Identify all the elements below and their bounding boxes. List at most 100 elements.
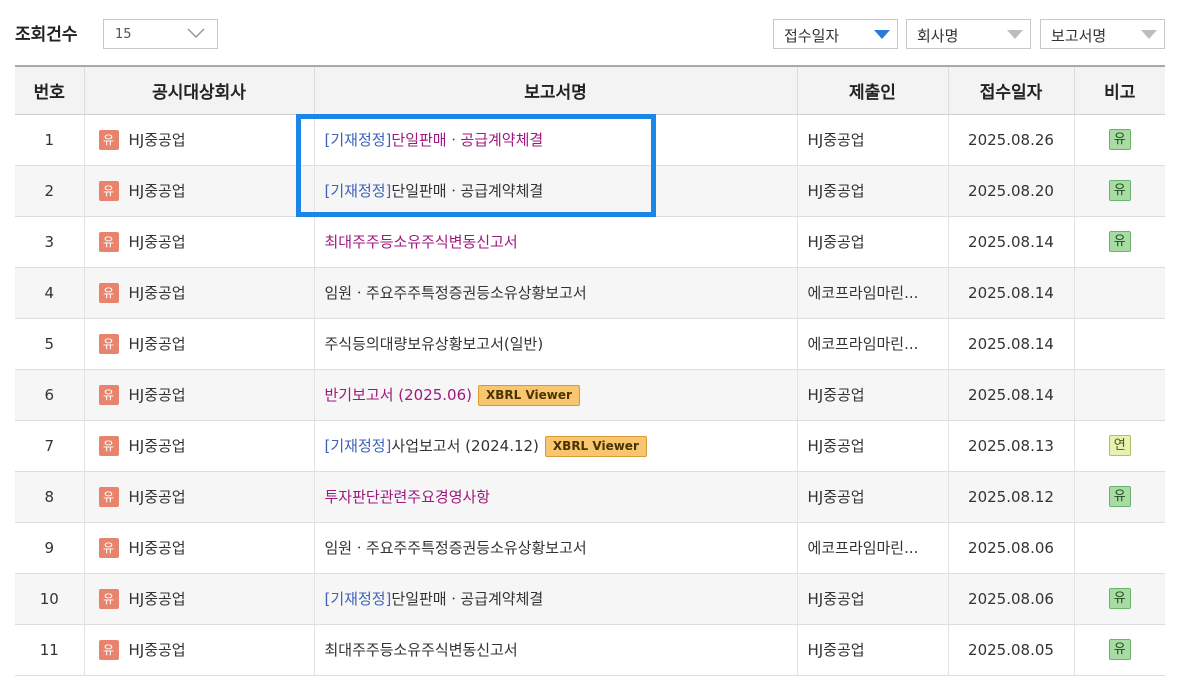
result-count-select[interactable]: 15 [103, 19, 218, 49]
report-link[interactable]: 임원ㆍ주요주주특정증권등소유상황보고서 [325, 284, 587, 302]
disclosure-table: 번호 공시대상회사 보고서명 제출인 접수일자 비고 1 유 HJ중공업 [기재정정]… [15, 65, 1165, 676]
company-link[interactable]: HJ중공업 [129, 131, 186, 149]
note-cell: 유 [1073, 216, 1165, 268]
header-date: 접수일자 [947, 65, 1074, 115]
sort-by-report-label: 보고서명 [1051, 27, 1107, 45]
table-header-row: 번호 공시대상회사 보고서명 제출인 접수일자 비고 [15, 65, 1165, 115]
report-link[interactable]: 단일판매ㆍ공급계약체결 [391, 182, 543, 200]
filer-name: HJ중공업 [796, 369, 948, 421]
note-cell [1073, 369, 1165, 421]
filer-name: HJ중공업 [796, 420, 948, 472]
result-count-value: 15 [115, 27, 132, 42]
receipt-date: 2025.08.05 [947, 624, 1074, 676]
company-link[interactable]: HJ중공업 [129, 488, 186, 506]
company-link[interactable]: HJ중공업 [129, 182, 186, 200]
company-link[interactable]: HJ중공업 [129, 539, 186, 557]
header-note: 비고 [1073, 65, 1165, 115]
company-link[interactable]: HJ중공업 [129, 386, 186, 404]
report-link[interactable]: 단일판매ㆍ공급계약체결 [391, 590, 543, 608]
row-number: 2 [15, 165, 84, 217]
market-badge: 유 [98, 486, 119, 507]
row-number: 3 [15, 216, 84, 268]
report-link[interactable]: 임원ㆍ주요주주특정증권등소유상황보고서 [325, 539, 587, 557]
receipt-date: 2025.08.14 [947, 216, 1074, 268]
header-company: 공시대상회사 [83, 65, 314, 115]
company-link[interactable]: HJ중공업 [129, 284, 186, 302]
market-badge: 유 [98, 537, 119, 558]
report-cell: 주식등의대량보유상황보고서(일반) [313, 318, 797, 370]
company-link[interactable]: HJ중공업 [129, 641, 186, 659]
row-number: 11 [15, 624, 84, 676]
header-report: 보고서명 [313, 65, 797, 115]
amendment-tag: [기재정정] [324, 590, 392, 608]
amendment-tag: [기재정정] [324, 131, 392, 149]
filer-name: HJ중공업 [796, 216, 948, 268]
report-link[interactable]: 사업보고서 (2024.12) [391, 437, 539, 455]
report-link[interactable]: 투자판단관련주요경영사항 [325, 488, 491, 506]
sort-by-date-select[interactable]: 접수일자 [773, 19, 898, 49]
note-cell [1073, 318, 1165, 370]
filer-name: 에코프라임마린... [796, 522, 948, 574]
note-cell: 유 [1073, 114, 1165, 166]
filer-name: HJ중공업 [796, 165, 948, 217]
table-row: 4 유 HJ중공업 임원ㆍ주요주주특정증권등소유상황보고서 에코프라임마린... 2025… [15, 267, 1165, 319]
sort-by-report-select[interactable]: 보고서명 [1040, 19, 1165, 49]
triangle-down-icon [1141, 30, 1157, 39]
note-cell: 유 [1073, 624, 1165, 676]
sort-by-company-label: 회사명 [917, 27, 959, 45]
triangle-down-icon [1007, 30, 1023, 39]
company-link[interactable]: HJ중공업 [129, 335, 186, 353]
row-number: 5 [15, 318, 84, 370]
filer-name: 에코프라임마린... [796, 318, 948, 370]
list-toolbar: 조회건수 15 접수일자 회사명 보고서명 [0, 0, 1194, 64]
company-link[interactable]: HJ중공업 [129, 590, 186, 608]
table-row: 5 유 HJ중공업 주식등의대량보유상황보고서(일반) 에코프라임마린... 2025.0… [15, 318, 1165, 370]
row-number: 7 [15, 420, 84, 472]
note-badge: 유 [1108, 588, 1131, 609]
report-link[interactable]: 단일판매ㆍ공급계약체결 [391, 131, 543, 149]
market-badge: 유 [98, 231, 119, 252]
report-cell: [기재정정]단일판매ㆍ공급계약체결 [313, 114, 797, 166]
report-link[interactable]: 최대주주등소유주식변동신고서 [325, 641, 518, 659]
note-cell: 유 [1073, 165, 1165, 217]
receipt-date: 2025.08.14 [947, 318, 1074, 370]
table-row: 7 유 HJ중공업 [기재정정]사업보고서 (2024.12) XBRL Viewer H… [15, 420, 1165, 472]
report-cell: [기재정정]사업보고서 (2024.12) XBRL Viewer [313, 420, 797, 472]
note-badge: 유 [1108, 180, 1131, 201]
receipt-date: 2025.08.26 [947, 114, 1074, 166]
receipt-date: 2025.08.12 [947, 471, 1074, 523]
sort-desc-icon [874, 30, 890, 39]
market-badge: 유 [98, 129, 119, 150]
note-badge: 유 [1108, 639, 1131, 660]
market-badge: 유 [98, 333, 119, 354]
receipt-date: 2025.08.14 [947, 369, 1074, 421]
xbrl-viewer-button[interactable]: XBRL Viewer [544, 435, 647, 457]
sort-by-company-select[interactable]: 회사명 [906, 19, 1031, 49]
receipt-date: 2025.08.20 [947, 165, 1074, 217]
company-link[interactable]: HJ중공업 [129, 233, 186, 251]
row-number: 4 [15, 267, 84, 319]
report-link[interactable]: 최대주주등소유주식변동신고서 [325, 233, 518, 251]
note-badge: 유 [1108, 231, 1131, 252]
note-cell: 유 [1073, 573, 1165, 625]
table-row: 9 유 HJ중공업 임원ㆍ주요주주특정증권등소유상황보고서 에코프라임마린... 2025… [15, 522, 1165, 574]
table-row: 11 유 HJ중공업 최대주주등소유주식변동신고서 HJ중공업 2025.08.05 유 [15, 624, 1165, 676]
report-cell: [기재정정]단일판매ㆍ공급계약체결 [313, 165, 797, 217]
xbrl-viewer-button[interactable]: XBRL Viewer [478, 384, 580, 406]
note-cell: 유 [1073, 471, 1165, 523]
report-cell: 반기보고서 (2025.06) XBRL Viewer [313, 369, 797, 421]
row-number: 9 [15, 522, 84, 574]
receipt-date: 2025.08.14 [947, 267, 1074, 319]
note-cell [1073, 522, 1165, 574]
report-link[interactable]: 주식등의대량보유상황보고서(일반) [325, 335, 544, 353]
report-cell: 최대주주등소유주식변동신고서 [313, 216, 797, 268]
market-badge: 유 [98, 435, 119, 456]
report-link[interactable]: 반기보고서 (2025.06) [325, 386, 473, 404]
report-cell: 임원ㆍ주요주주특정증권등소유상황보고서 [313, 522, 797, 574]
company-link[interactable]: HJ중공업 [129, 437, 186, 455]
header-filer: 제출인 [796, 65, 948, 115]
row-number: 10 [15, 573, 84, 625]
amendment-tag: [기재정정] [324, 436, 392, 455]
note-cell [1073, 267, 1165, 319]
market-badge: 유 [98, 384, 119, 405]
